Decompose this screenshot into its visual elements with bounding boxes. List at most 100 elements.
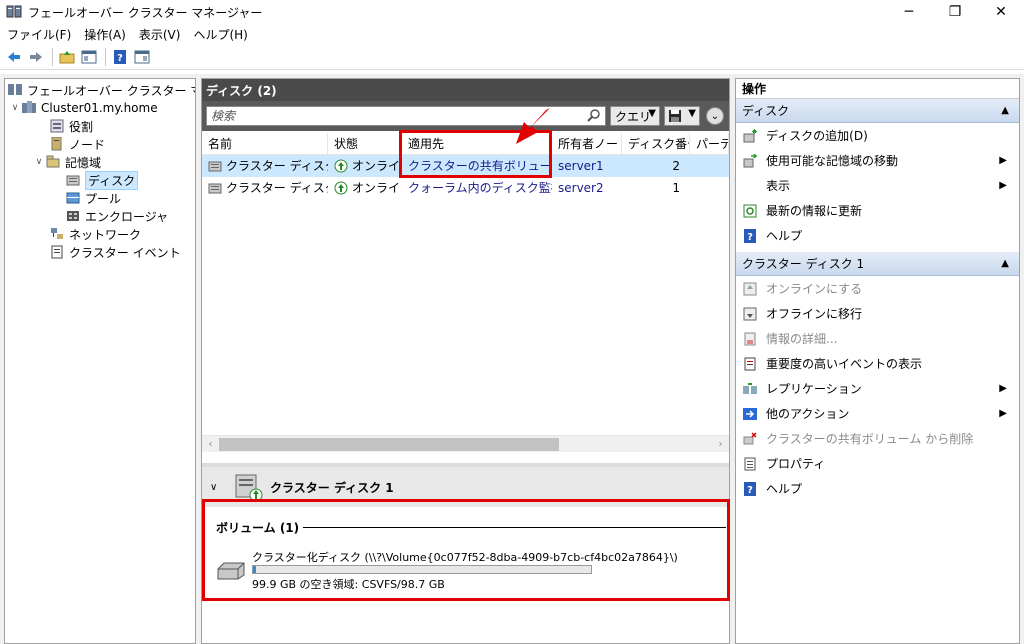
tree-item-storage[interactable]: ∨ 記憶域 [33,153,101,171]
horizontal-scrollbar[interactable]: ‹ › [202,435,729,452]
collapse-triangle-icon[interactable]: ▲ [1001,252,1009,276]
menu-help[interactable]: ヘルプ(H) [186,26,253,43]
up-folder-icon [59,50,75,63]
table-row[interactable]: クラスター ディスク 2 オンライン クォーラム内のディスク監視 server2… [202,177,729,199]
highlight-box-volume [202,499,730,601]
actions-pane: 操作 ディスク ▲ ディスクの追加(D) 使用可能な記憶域の移動 ▶ 表示 ▶ 最新の情報… [735,78,1020,644]
tree-item-roles[interactable]: 役割 [49,117,93,135]
column-status[interactable]: 状態 [328,133,402,155]
row-owner-cell: server1 [558,159,604,173]
help-toolbar-button[interactable]: ? [110,47,130,67]
tree-item-root[interactable]: フェールオーバー クラスター マネージャー [7,81,195,99]
action-item-label: 重要度の高いイベントの表示 [766,357,923,371]
chevron-down-icon[interactable]: ⌄ [706,107,724,125]
action-item-label: ヘルプ [766,229,803,243]
critical-events-icon [742,356,758,372]
action-item-label: クラスターの共有ボリューム から削除 [766,432,974,446]
caret-down-icon: ▼ [648,108,656,119]
back-arrow-icon [8,51,20,62]
column-disk-number[interactable]: ディスク番号 [622,133,690,155]
tree-item-nodes[interactable]: ノード [49,135,105,153]
online-status-icon [334,158,348,174]
submenu-arrow-icon: ▶ [999,408,1007,419]
tree-item-networks[interactable]: ネットワーク [49,225,141,243]
forward-button[interactable] [26,47,46,67]
info-details-icon [742,331,758,347]
actions-title: 操作 [736,79,1019,99]
action-item[interactable]: オフラインに移行 [736,301,1019,326]
svg-text:?: ? [747,485,753,496]
console-tree-icon [81,50,97,63]
menu-action[interactable]: 操作(A) [77,26,132,43]
toolbar: ? [0,44,1024,70]
column-partition[interactable]: パーティ [690,133,729,155]
action-item[interactable]: オンラインにする [736,276,1019,301]
column-owner-node[interactable]: 所有者ノード [552,133,622,155]
refresh-icon [742,203,758,219]
action-item[interactable]: クラスターの共有ボリューム から削除 [736,426,1019,451]
show-hide-action-pane-button[interactable] [132,47,152,67]
submenu-arrow-icon: ▶ [999,155,1007,166]
search-placeholder: 検索 [211,109,236,123]
chevron-down-icon[interactable]: ∨ [210,482,222,493]
action-item[interactable]: 使用可能な記憶域の移動 ▶ [736,148,1019,173]
save-query-dropdown[interactable]: ▼ [664,106,700,126]
action-item-label: オンラインにする [766,282,863,296]
action-item[interactable]: 表示 ▶ [736,173,1019,198]
take-offline-icon [742,306,758,322]
submenu-arrow-icon: ▶ [999,383,1007,394]
tree-item-enclosures[interactable]: エンクロージャ [65,207,168,225]
caret-down-icon: ▼ [688,108,696,119]
chevron-down-icon[interactable]: ∨ [33,157,45,167]
action-item[interactable]: ? ヘルプ [736,476,1019,501]
collapse-triangle-icon[interactable]: ▲ [1001,99,1009,123]
action-item[interactable]: プロパティ [736,451,1019,476]
cluster-disk-icon [208,180,222,196]
action-item-label: 使用可能な記憶域の移動 [766,154,899,168]
action-item[interactable]: 他のアクション ▶ [736,401,1019,426]
window-title: フェールオーバー クラスター マネージャー [28,5,263,20]
online-status-icon [334,180,348,196]
tree-item-cluster[interactable]: ∨ Cluster01.my.home [9,99,158,117]
action-item[interactable]: レプリケーション ▶ [736,376,1019,401]
blank-icon [742,178,758,194]
enclosure-icon [65,208,81,224]
action-item[interactable]: 重要度の高いイベントの表示 [736,351,1019,376]
action-item[interactable]: ディスクの追加(D) [736,123,1019,148]
minimize-button[interactable]: ─ [886,0,932,24]
actions-section-disks[interactable]: ディスク ▲ [736,99,1019,123]
action-item[interactable]: ? ヘルプ [736,223,1019,248]
console-tree: フェールオーバー クラスター マネージャー ∨ Cluster01.my.hom… [4,78,196,644]
back-button[interactable] [4,47,24,67]
menu-view[interactable]: 表示(V) [132,26,187,43]
chevron-down-icon[interactable]: ∨ [9,103,21,113]
actions-section-cluster-disk[interactable]: クラスター ディスク 1 ▲ [736,252,1019,276]
nodes-icon [49,136,65,152]
show-hide-tree-button[interactable] [79,47,99,67]
scroll-left-icon[interactable]: ‹ [202,436,219,453]
move-storage-icon [742,153,758,169]
action-item-label: 最新の情報に更新 [766,204,863,218]
action-item[interactable]: 最新の情報に更新 [736,198,1019,223]
search-icon[interactable] [587,109,601,128]
column-name[interactable]: 名前 [202,133,328,155]
action-item[interactable]: 情報の詳細... [736,326,1019,351]
details-title: クラスター ディスク 1 [270,480,394,495]
scroll-right-icon[interactable]: › [712,436,729,453]
query-label: クエリ [615,109,652,124]
menu-file[interactable]: ファイル(F) [0,26,77,43]
search-bar: 検索 クエリ ▼ ▼ ⌄ [202,101,729,131]
action-item-label: 情報の詳細... [766,332,838,346]
query-dropdown[interactable]: クエリ ▼ [610,106,660,126]
tree-item-disks[interactable]: ディスク [65,170,139,190]
help-icon: ? [742,228,758,244]
scrollbar-thumb[interactable] [219,438,559,451]
action-item-label: 表示 [766,179,791,193]
row-name-cell: クラスター ディスク 1 [202,155,328,177]
tree-item-cluster-events[interactable]: クラスター イベント [49,243,181,261]
title-bar: フェールオーバー クラスター マネージャー ─ ❐ ✕ [0,0,1024,24]
close-button[interactable]: ✕ [978,0,1024,24]
restore-button[interactable]: ❐ [932,0,978,24]
up-folder-button[interactable] [57,47,77,67]
tree-item-pools[interactable]: プール [65,189,121,207]
